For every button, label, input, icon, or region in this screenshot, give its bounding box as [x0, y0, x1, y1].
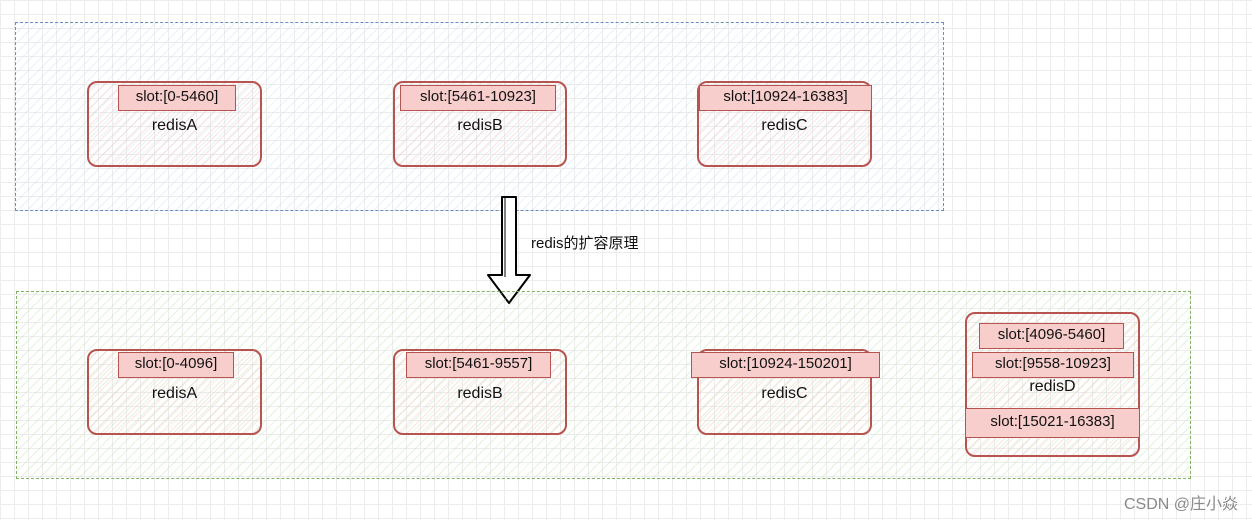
node-before-redisA: slot:[0-5460] redisA: [87, 81, 262, 167]
node-after-redisA: slot:[0-4096] redisA: [87, 349, 262, 435]
slot-label: slot:[10924-16383]: [699, 85, 872, 111]
node-name: redisB: [457, 117, 503, 134]
slot-label: slot:[15021-16383]: [965, 408, 1140, 438]
slot-label: slot:[10924-150201]: [691, 352, 880, 378]
node-name: redisD: [1029, 378, 1076, 395]
slot-label: slot:[0-4096]: [118, 352, 234, 378]
node-after-redisD: slot:[4096-5460] slot:[9558-10923] redis…: [965, 312, 1140, 457]
slot-label: slot:[5461-9557]: [406, 352, 551, 378]
slot-label: slot:[0-5460]: [118, 85, 236, 111]
node-name: redisC: [761, 117, 808, 134]
node-after-redisC: slot:[10924-150201] redisC: [691, 349, 880, 435]
node-name: redisA: [151, 385, 198, 402]
slot-label: slot:[4096-5460]: [979, 323, 1124, 349]
node-name: redisB: [457, 385, 503, 402]
node-before-redisC: slot:[10924-16383] redisC: [697, 81, 872, 167]
node-after-redisB: slot:[5461-9557] redisB: [393, 349, 567, 435]
slot-label: slot:[9558-10923]: [972, 352, 1134, 378]
node-before-redisB: slot:[5461-10923] redisB: [393, 81, 567, 167]
node-name: redisA: [151, 117, 198, 134]
diagram-caption: redis的扩容原理: [531, 235, 639, 252]
slot-label: slot:[5461-10923]: [400, 85, 556, 111]
watermark: CSDN @庄小焱: [1123, 496, 1238, 513]
node-name: redisC: [761, 385, 808, 402]
